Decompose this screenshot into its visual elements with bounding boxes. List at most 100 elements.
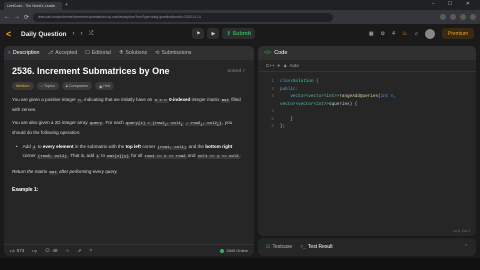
description-footer: 👍︎ 573 👎︎ 💬︎ 48 ☆ ⇗ ? 2849 Online xyxy=(4,244,254,256)
problem-tags: Medium ⌂ Topics 🔒︎ Companies ◉ Hint xyxy=(12,82,246,90)
example-heading: Example 1: xyxy=(12,187,39,194)
difficulty-badge[interactable]: Medium xyxy=(12,82,34,90)
terminal-icon: >_ xyxy=(300,244,306,250)
tab-label: Editorial xyxy=(91,50,111,56)
code-line: 3 vector<vector<int>> rangeAddQueries(in… xyxy=(271,94,397,99)
daily-question-title[interactable]: Daily Question xyxy=(21,31,67,38)
run-button[interactable]: ▶ xyxy=(207,28,220,39)
code-line: 4 xyxy=(271,109,274,114)
topics-label: Topics xyxy=(43,84,55,88)
submissions-icon: ⟲ xyxy=(155,50,160,56)
tab-label: Solutions xyxy=(125,50,148,56)
code-icon: </> xyxy=(264,50,272,56)
reload-icon[interactable]: ⟳ xyxy=(24,14,29,21)
cursor-position: Ln 6, Col 1 xyxy=(453,229,470,233)
comments-button[interactable]: 💬︎ 48 xyxy=(45,248,58,254)
tab-testcase[interactable]: ☑ Testcase xyxy=(266,244,292,250)
tab-description[interactable]: ≡ Description xyxy=(8,50,39,56)
dislike-button[interactable]: 👎︎ xyxy=(32,248,37,254)
online-label: 2849 Online xyxy=(226,248,248,253)
new-tab-button[interactable]: + xyxy=(65,2,68,8)
checkbox-icon: ☑ xyxy=(266,244,271,250)
solutions-icon: ⚗ xyxy=(118,50,124,56)
tab-label: Submissions xyxy=(161,50,192,56)
extension-icon[interactable] xyxy=(450,14,456,20)
settings-icon[interactable]: ⚙ xyxy=(381,31,385,37)
online-count: 2849 Online xyxy=(220,248,248,253)
comment-icon: 💬︎ xyxy=(44,247,51,253)
prev-problem-icon[interactable]: ‹ xyxy=(73,31,75,37)
companies-label: Companies xyxy=(68,84,88,88)
share-button[interactable]: ⇗ xyxy=(78,248,82,254)
editor-toolbar: C++ ▾ 🔒︎ Auto xyxy=(258,60,476,72)
code-panel: </> Code C++ ▾ 🔒︎ Auto 1 class Solution {… xyxy=(258,46,476,236)
notifications-icon[interactable]: ♫ xyxy=(414,31,418,37)
browser-tab[interactable]: LeetCode - The World's Leadin xyxy=(4,2,62,10)
premium-button[interactable]: Premium xyxy=(441,28,474,39)
tab-accepted[interactable]: ⎇ Accepted xyxy=(47,50,77,56)
tab-label: Accepted xyxy=(55,50,78,56)
debug-button[interactable]: ⚑ xyxy=(192,28,205,39)
star-button[interactable]: ☆ xyxy=(66,248,70,254)
streak-fire-icon[interactable]: ♨ xyxy=(402,30,407,37)
tab-editorial[interactable]: ☐ Editorial xyxy=(85,50,111,56)
topics-tag[interactable]: ⌂ Topics xyxy=(36,82,59,90)
extension-icon[interactable] xyxy=(460,14,466,20)
description-panel: ≡ Description ⎇ Accepted ☐ Editorial ⚗ Solut… xyxy=(4,46,254,256)
list-item: • Add 1 to every element in the submatrix… xyxy=(16,143,241,160)
hint-label: Hint xyxy=(103,84,111,88)
tab-submissions[interactable]: ⟲ Submissions xyxy=(155,50,191,56)
avatar[interactable] xyxy=(424,28,435,39)
submit-button[interactable]: ⇪ Submit xyxy=(222,28,256,39)
window-controls[interactable]: – ☐ ✕ xyxy=(432,1,476,7)
header-right: ▦ ⚙ 4 ♨ ♫ Premium xyxy=(369,28,474,39)
code-tab-label: Code xyxy=(274,50,288,56)
app-header: < Daily Question ‹ › ⤮ ⚑ ▶ ⇪ Submit ▦ ⚙ … xyxy=(0,24,480,44)
description-icon: ≡ xyxy=(8,50,11,56)
code-line: 5 } xyxy=(271,116,293,122)
code-line: 1 class Solution { xyxy=(271,79,319,84)
help-button[interactable]: ? xyxy=(89,248,92,253)
code-editor[interactable]: 1 class Solution { 2 public: 3 vector<vect… xyxy=(258,72,476,137)
code-tab[interactable]: </> Code xyxy=(258,46,476,60)
paragraph-return: Return the matrix mat after performing e… xyxy=(12,168,118,175)
run-controls: ⚑ ▶ ⇪ Submit xyxy=(192,28,256,39)
thumbs-down-icon: 👎︎ xyxy=(32,247,37,253)
tab-label: Test Result xyxy=(307,244,333,250)
forward-icon[interactable]: → xyxy=(14,14,20,20)
extensions xyxy=(440,14,476,20)
lock-icon: 🔒︎ xyxy=(282,63,287,68)
shuffle-icon[interactable]: ⤮ xyxy=(89,31,94,38)
description-tabs: ≡ Description ⎇ Accepted ☐ Editorial ⚗ Solut… xyxy=(4,46,254,60)
tab-label: Description xyxy=(12,50,40,56)
testcase-panel: ☑ Testcase >_ Test Result ⌃ xyxy=(258,238,476,256)
back-icon[interactable]: ← xyxy=(4,14,10,20)
profile-icon[interactable] xyxy=(470,14,476,20)
layout-icon[interactable]: ▦ xyxy=(369,31,374,37)
tab-test-result[interactable]: >_ Test Result xyxy=(300,244,332,250)
browser-tab-title: LeetCode - The World's Leadin xyxy=(7,4,56,8)
leetcode-logo-icon[interactable]: < xyxy=(6,29,15,39)
extension-icon[interactable] xyxy=(440,14,446,20)
tab-solutions[interactable]: ⚗ Solutions xyxy=(119,50,147,56)
next-problem-icon[interactable]: › xyxy=(81,31,83,37)
url-input[interactable]: leetcode.com/problems/increment-submatri… xyxy=(33,12,334,22)
solved-badge: Solved ✓ xyxy=(227,68,246,73)
code-line: vector<vector<int>>& queries) { xyxy=(280,101,358,107)
like-button[interactable]: 👍︎ 573 xyxy=(10,248,24,254)
auto-label[interactable]: Auto xyxy=(289,63,298,68)
problem-title[interactable]: 2536. Increment Submatrices by One xyxy=(12,66,170,76)
address-bar-row: ← → ⟳ leetcode.com/problems/increment-su… xyxy=(0,10,480,24)
hint-tag[interactable]: ◉ Hint xyxy=(94,82,115,90)
os-taskbar xyxy=(0,258,480,270)
submit-label: Submit xyxy=(232,30,252,37)
solved-label: Solved xyxy=(227,68,241,73)
browser-tab-bar: LeetCode - The World's Leadin + – ☐ ✕ xyxy=(0,0,480,10)
paragraph-query: You are also given a 2D integer array qu… xyxy=(12,120,233,136)
language-select[interactable]: C++ xyxy=(266,63,275,68)
tab-label: Testcase xyxy=(272,244,293,250)
chevron-down-icon: ▾ xyxy=(277,62,280,68)
companies-tag[interactable]: 🔒︎ Companies xyxy=(61,82,92,90)
paragraph-intro: You are given a positive integer n, indi… xyxy=(12,97,241,112)
chevron-up-icon[interactable]: ⌃ xyxy=(464,244,468,250)
